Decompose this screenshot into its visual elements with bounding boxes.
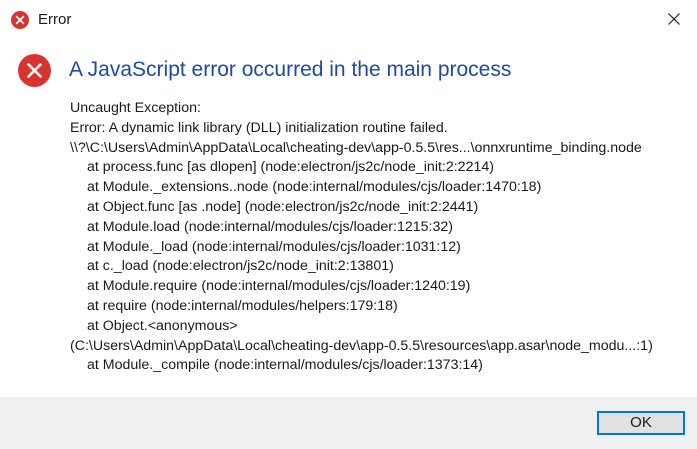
error-message: Uncaught Exception: Error: A dynamic lin… (70, 99, 690, 376)
stack-frame-line: at require (node:internal/modules/helper… (87, 297, 398, 314)
stack-frame-line: at Module.load (node:internal/modules/cj… (87, 218, 453, 235)
stack-frame-line: at Module._extensions..node (node:intern… (87, 179, 542, 196)
error-icon (11, 11, 29, 29)
error-icon (18, 54, 51, 87)
ok-button[interactable]: OK (597, 411, 685, 435)
dialog-heading: A JavaScript error occurred in the main … (69, 58, 512, 81)
dialog-footer: OK (0, 397, 697, 449)
stack-frame-line: at process.func [as dlopen] (node:electr… (87, 159, 494, 176)
close-icon (668, 13, 680, 25)
stack-frame-line: at Module._load (node:internal/modules/c… (87, 238, 461, 255)
close-button[interactable] (651, 0, 697, 38)
message-line: Uncaught Exception: (70, 100, 201, 116)
stack-frame-line: (C:\Users\Admin\AppData\Local\cheating-d… (70, 337, 653, 354)
error-dialog-window: Error A JavaScript error occurred in the… (0, 0, 697, 449)
stack-frame-line: at Module.require (node:internal/modules… (87, 278, 471, 295)
stack-frame-line: at Module._compile (node:internal/module… (87, 357, 483, 374)
window-title: Error (38, 11, 72, 28)
stack-frame-line: at c._load (node:electron/js2c/node_init… (87, 258, 394, 275)
stack-frame-line: at Object.<anonymous> (87, 317, 238, 334)
message-line: Error: A dynamic link library (DLL) init… (70, 119, 448, 136)
title-bar[interactable]: Error (0, 0, 697, 38)
message-line: \\?\C:\Users\Admin\AppData\Local\cheatin… (70, 139, 642, 156)
stack-frame-line: at Object.func [as .node] (node:electron… (87, 198, 479, 215)
